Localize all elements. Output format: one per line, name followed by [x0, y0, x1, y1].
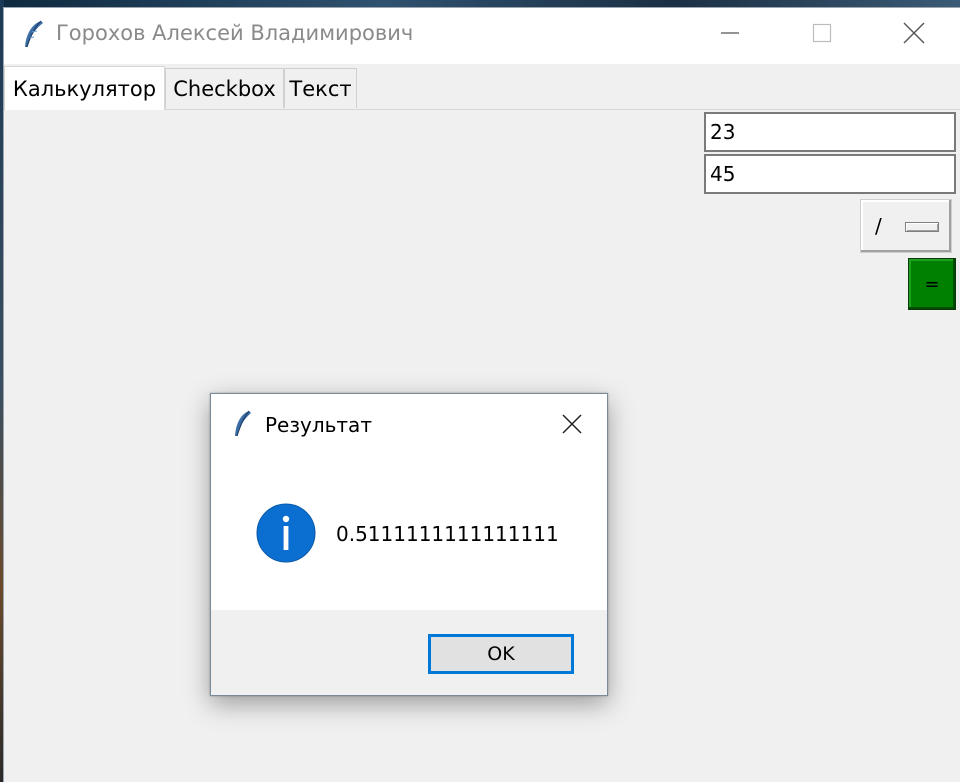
second-number-field[interactable]: [704, 154, 956, 194]
close-button[interactable]: [868, 8, 960, 58]
result-message: 0.5111111111111111: [336, 522, 559, 546]
result-dialog: Результат 0.5111111111111111 OK: [210, 393, 608, 696]
tab-text[interactable]: Текст: [284, 68, 357, 108]
title-bar[interactable]: Горохов Алексей Владимирович: [4, 8, 960, 64]
tab-checkbox[interactable]: Checkbox: [165, 68, 284, 108]
minimize-icon: [721, 32, 739, 34]
desktop-background-top: [0, 0, 960, 8]
dialog-title: Результат: [265, 413, 372, 437]
notebook-tabs: Калькулятор Checkbox Текст: [4, 66, 960, 110]
feather-icon: [25, 20, 43, 48]
dialog-footer: OK: [211, 610, 607, 695]
equals-button[interactable]: =: [908, 258, 956, 310]
feather-icon: [235, 410, 251, 437]
operator-value: /: [875, 214, 882, 238]
close-icon: [903, 22, 925, 44]
info-icon: [256, 503, 316, 563]
window-title: Горохов Алексей Владимирович: [56, 21, 414, 45]
dialog-close-button[interactable]: [549, 404, 595, 444]
first-number-field[interactable]: [704, 112, 956, 152]
minimize-button[interactable]: [684, 8, 776, 58]
dialog-title-bar[interactable]: Результат: [211, 394, 607, 454]
ok-button[interactable]: OK: [428, 634, 574, 674]
close-icon: [562, 414, 582, 434]
maximize-icon: [812, 23, 832, 43]
operator-menu-button[interactable]: /: [860, 199, 952, 253]
tab-calculator[interactable]: Калькулятор: [4, 66, 165, 110]
option-menu-indicator-icon: [905, 222, 939, 232]
maximize-button[interactable]: [776, 8, 868, 58]
